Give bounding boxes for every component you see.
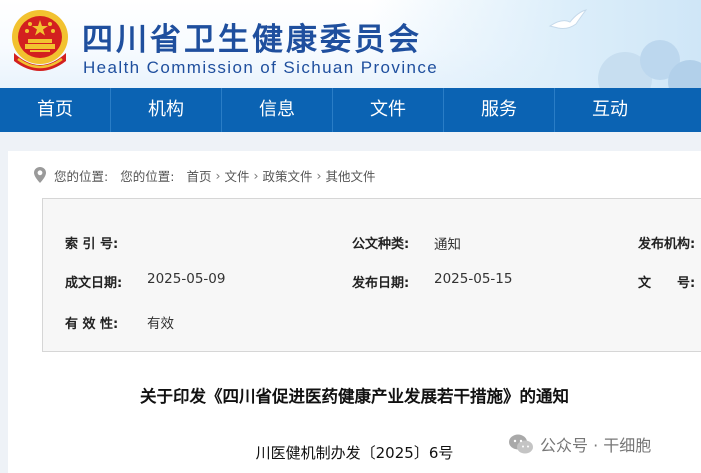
main-navigation: 首页 机构 信息 文件 服务 互动 (0, 88, 701, 132)
watermark-text: 公众号 · 干细胞 (540, 436, 652, 455)
site-header: 四川省卫生健康委员会 Health Commission of Sichuan … (0, 0, 701, 88)
validity-label: 有 效 性: (65, 317, 119, 332)
breadcrumb-documents[interactable]: 文件 (224, 166, 249, 185)
created-date-value: 2025-05-09 (147, 271, 226, 287)
site-subtitle: Health Commission of Sichuan Province (83, 58, 439, 77)
document-title: 关于印发《四川省促进医药健康产业发展若干措施》的通知 (140, 387, 569, 406)
validity-value: 有效 (147, 316, 174, 332)
breadcrumb-separator: › (253, 167, 259, 183)
breadcrumb: 您的位置: 您的位置: 首页 › 文件 › 政策文件 › 其他文件 (32, 165, 376, 185)
published-date-label: 发布日期: (352, 276, 410, 291)
main-content: 您的位置: 您的位置: 首页 › 文件 › 政策文件 › 其他文件 索 引 号:… (8, 151, 701, 473)
breadcrumb-prefix-secondary: 您的位置: (120, 168, 175, 184)
breadcrumb-separator: › (215, 167, 221, 183)
index-number-label: 索 引 号: (65, 237, 119, 252)
national-emblem-icon[interactable] (8, 7, 72, 79)
nav-item-documents[interactable]: 文件 (333, 88, 444, 132)
published-date-value: 2025-05-15 (434, 271, 513, 287)
nav-item-information[interactable]: 信息 (222, 88, 333, 132)
breadcrumb-policy-documents[interactable]: 政策文件 (262, 166, 312, 185)
dove-icon (548, 9, 588, 29)
breadcrumb-separator: › (316, 167, 322, 183)
document-type-value: 通知 (434, 237, 461, 253)
breadcrumb-other-documents[interactable]: 其他文件 (325, 166, 375, 185)
created-date-label: 成文日期: (65, 276, 123, 291)
document-number-label: 文 号: (638, 276, 696, 291)
document-metadata-panel: 索 引 号: 公文种类: 通知 发布机构: 成文日期: 2025-05-09 发… (42, 198, 701, 352)
nav-item-services[interactable]: 服务 (444, 88, 555, 132)
site-title: 四川省卫生健康委员会 (82, 22, 422, 58)
publisher-label: 发布机构: (638, 237, 696, 252)
wechat-icon (509, 434, 533, 454)
document-type-label: 公文种类: (352, 237, 410, 252)
nav-item-organization[interactable]: 机构 (111, 88, 222, 132)
nav-item-interaction[interactable]: 互动 (555, 88, 665, 132)
breadcrumb-prefix: 您的位置: (54, 168, 109, 184)
wechat-watermark: 公众号 · 干细胞 (508, 432, 651, 456)
location-pin-icon (34, 167, 46, 183)
breadcrumb-home[interactable]: 首页 (186, 166, 211, 185)
nav-item-home[interactable]: 首页 (0, 88, 111, 132)
